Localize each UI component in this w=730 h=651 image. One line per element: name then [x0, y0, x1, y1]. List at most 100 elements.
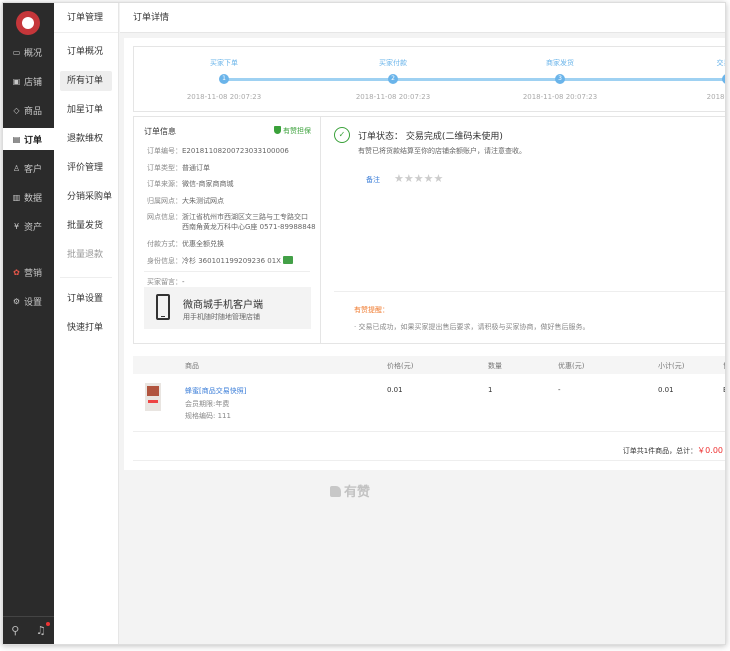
- field-value: E20181108200723033100006: [182, 147, 289, 155]
- field-value: 西南角黄龙万科中心G座 0571-89988848: [182, 223, 316, 231]
- nav-label: 概况: [24, 48, 43, 59]
- subnav-batch-refund[interactable]: 批量退款: [60, 245, 112, 265]
- nav-label: 订单: [24, 135, 43, 146]
- order-info-panel: 订单信息 有赞担保 订单编号：E20181108200723033100006 …: [134, 117, 321, 343]
- step-label: 商家发货: [546, 59, 574, 67]
- progress-line: [220, 78, 725, 81]
- col-goods: 商品: [185, 362, 199, 370]
- thumbs-up-icon: [330, 486, 341, 497]
- field-value: 微信-商家商商城: [182, 180, 234, 188]
- order-info-title: 订单信息: [144, 127, 176, 136]
- field-value: 大朱测试网点: [182, 197, 224, 205]
- nav-label: 营销: [24, 268, 43, 279]
- nav-label: 数据: [24, 193, 43, 204]
- step-dot: 1: [219, 74, 229, 84]
- field-key: 网点信息：: [147, 213, 182, 221]
- cell-subtotal: 0.01: [658, 386, 674, 394]
- product-thumbnail[interactable]: [145, 383, 161, 411]
- subnav-quick-print[interactable]: 快速打单: [60, 318, 112, 338]
- step-dot: 2: [388, 74, 398, 84]
- customer-icon: ♙: [12, 163, 21, 173]
- nav-goods[interactable]: ◇ 商品: [3, 99, 54, 121]
- step-dot: 4: [722, 74, 725, 84]
- logo[interactable]: [16, 11, 40, 35]
- nav-label: 店铺: [24, 77, 43, 88]
- monitor-icon: ▭: [12, 47, 21, 57]
- nav-store[interactable]: ▣ 店铺: [3, 70, 54, 92]
- field-value: 优惠全额兑换: [182, 240, 224, 248]
- order-status-panel: ✓ 订单状态： 交易完成(二维码未使用) 有赞已将货款结算至你的店铺余额账户，请…: [322, 117, 725, 343]
- star-rating[interactable]: ★★★★★: [394, 172, 443, 185]
- cell-discount: -: [558, 386, 561, 394]
- cell-price: 0.01: [387, 386, 403, 394]
- shield-icon: [274, 126, 281, 134]
- nav-data[interactable]: ▥ 数据: [3, 186, 54, 208]
- subnav-reviews[interactable]: 评价管理: [60, 158, 112, 178]
- step-label: 买家付款: [379, 59, 407, 67]
- tips-description: · 交易已成功，如果买家提出售后要求，请积极与买家协商，做好售后服务。: [354, 323, 590, 331]
- search-icon[interactable]: ⚲: [11, 624, 19, 637]
- subnav-starred-orders[interactable]: 加星订单: [60, 100, 112, 120]
- field-order-no: 订单编号：E20181108200723033100006: [147, 146, 289, 156]
- table-header: 商品 价格(元) 数量 优惠(元) 小计(元) 售: [133, 356, 725, 374]
- order-icon: ▤: [12, 134, 21, 144]
- col-discount: 优惠(元): [558, 362, 585, 370]
- app-download-promo[interactable]: 微商城手机客户端 用手机随时随地管理店铺: [144, 287, 311, 329]
- total-amount: ￥0.00: [697, 446, 723, 455]
- table-row: 蜂蜜[商品交易快照] 会员期限:年费 规格编码: 111 0.01 1 - 0.…: [133, 374, 725, 432]
- nav-orders[interactable]: ▤ 订单: [3, 128, 54, 150]
- guarantee-badge[interactable]: 有赞担保: [274, 126, 311, 136]
- sidebar-footer: ⚲ ♫: [3, 616, 54, 644]
- product-meta: 会员期限:年费: [185, 400, 230, 408]
- bell-icon[interactable]: ♫: [36, 622, 50, 637]
- field-payment: 付款方式：优惠全额兑换: [147, 239, 224, 249]
- note-button[interactable]: 备注: [366, 175, 380, 185]
- field-key: 订单类型：: [147, 164, 182, 172]
- order-info-box: 订单信息 有赞担保 订单编号：E20181108200723033100006 …: [133, 116, 725, 344]
- settings-icon: ⚙: [12, 296, 21, 306]
- col-price: 价格(元): [387, 362, 414, 370]
- divider: [144, 271, 310, 272]
- field-identity: 身份信息：冷杉 360101199209236 01X: [147, 256, 293, 266]
- id-card-icon[interactable]: [282, 256, 293, 264]
- nav-label: 客户: [24, 164, 43, 175]
- field-key: 订单编号：: [147, 147, 182, 155]
- step-time: 2018-11-08: [706, 93, 726, 101]
- promo-title: 微商城手机客户端: [183, 300, 263, 311]
- field-key: 买家留言：: [147, 278, 182, 286]
- subnav-batch-ship[interactable]: 批量发货: [60, 216, 112, 236]
- nav-settings[interactable]: ⚙ 设置: [3, 290, 54, 312]
- phone-icon: [156, 294, 170, 320]
- brand-label: 有赞: [344, 485, 371, 500]
- subnav-all-orders[interactable]: 所有订单: [60, 71, 112, 91]
- tag-icon: ◇: [13, 105, 20, 115]
- goods-table: 商品 价格(元) 数量 优惠(元) 小计(元) 售 蜂蜜[商品交易快照] 会员期…: [133, 356, 725, 461]
- secondary-sidebar-title: 订单管理: [54, 3, 118, 33]
- order-total: 订单共1件商品，总计：￥0.00: [623, 445, 723, 456]
- asset-icon: ¥: [13, 221, 20, 231]
- nav-marketing[interactable]: ✿ 营销: [3, 261, 54, 283]
- nav-label: 设置: [24, 297, 43, 308]
- field-outlet-info: 网点信息：浙江省杭州市西湖区文三路与工专路交口 西南角黄龙万科中心G座 0571-…: [147, 212, 316, 232]
- footer-brand: 有赞: [330, 481, 370, 500]
- nav-overview[interactable]: ▭ 概况: [3, 41, 54, 63]
- field-value: -: [182, 278, 185, 286]
- step-label: 买家下单: [210, 59, 238, 67]
- app-window: ▭ 概况 ▣ 店铺 ◇ 商品 ▤ 订单 ♙ 客户 ▥ 数据 ¥ 资产 ✿ 营销 ⚙ 设置 ⚲ ♫ …: [2, 2, 726, 645]
- col-subtotal: 小计(元): [658, 362, 685, 370]
- subnav-refunds[interactable]: 退款维权: [60, 129, 112, 149]
- subnav-distribution[interactable]: 分销采购单: [60, 187, 112, 207]
- primary-sidebar: ▭ 概况 ▣ 店铺 ◇ 商品 ▤ 订单 ♙ 客户 ▥ 数据 ¥ 资产 ✿ 营销 ⚙ 设置 ⚲ ♫: [3, 3, 54, 644]
- field-key: 身份信息：: [147, 257, 182, 265]
- subnav-order-overview[interactable]: 订单概况: [60, 42, 112, 62]
- nav-label: 商品: [24, 106, 43, 117]
- nav-customers[interactable]: ♙ 客户: [3, 157, 54, 179]
- step-time: 2018-11-08 20:07:23: [186, 93, 262, 101]
- product-name-link[interactable]: 蜂蜜[商品交易快照]: [185, 386, 246, 396]
- nav-assets[interactable]: ¥ 资产: [3, 215, 54, 237]
- field-value: 普通订单: [182, 164, 210, 172]
- subnav-order-settings[interactable]: 订单设置: [60, 289, 112, 309]
- divider: [133, 460, 725, 461]
- field-outlet: 归属网点：大朱测试网点: [147, 196, 224, 206]
- col-after-sale: 售: [723, 361, 725, 371]
